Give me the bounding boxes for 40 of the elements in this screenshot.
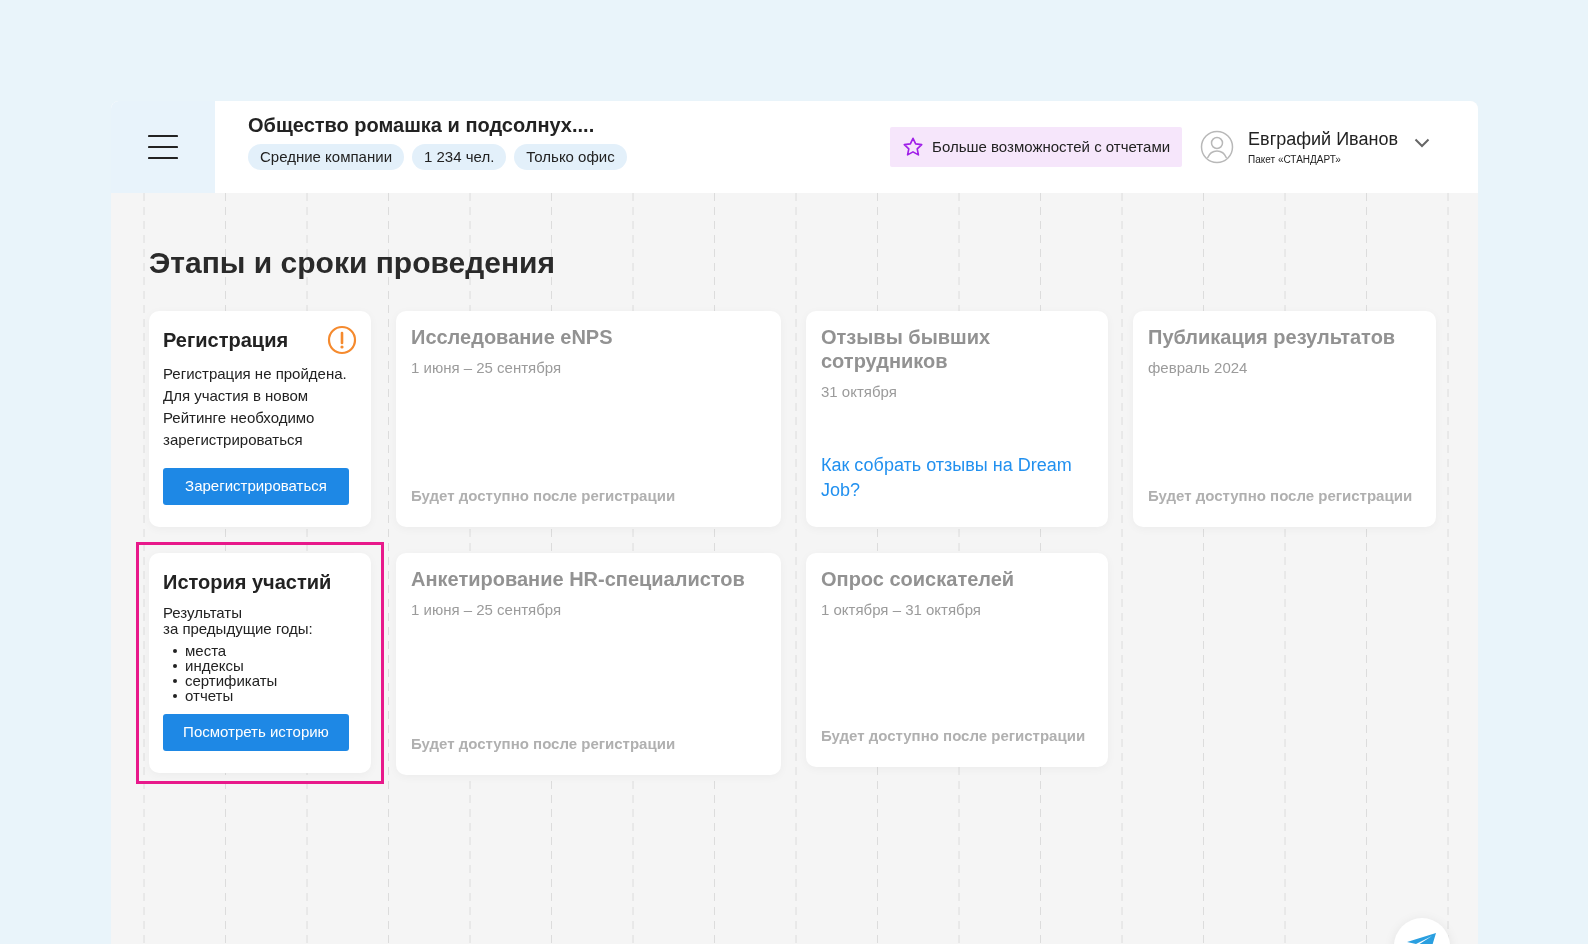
company-tag: Только офис bbox=[514, 144, 627, 170]
stage-dates: 31 октября bbox=[821, 382, 898, 402]
list-item: сертификаты bbox=[185, 673, 278, 688]
user-name: Евграфий Иванов bbox=[1248, 127, 1398, 150]
bullet-icon bbox=[173, 663, 177, 668]
card-title: Исследование eNPS bbox=[411, 325, 614, 349]
stage-dates: 1 октября – 31 октября bbox=[821, 600, 982, 620]
card-title: Регистрация bbox=[163, 328, 289, 353]
list-item: места bbox=[185, 643, 227, 658]
list-item: индексы bbox=[185, 658, 244, 673]
card-text: Регистрация не пройдена. Для участия в новом Рейтинге необходимо зарегистрироваться bbox=[163, 364, 348, 450]
availability-note: Будет доступно после регистрации bbox=[821, 725, 1087, 746]
card-text: Результаты bbox=[163, 605, 243, 621]
user-plan: Пакет «СТАНДАРТ» bbox=[1248, 152, 1342, 167]
availability-note: Будет доступно после регистрации bbox=[411, 485, 677, 506]
stage-dates: 1 июня – 25 сентября bbox=[411, 358, 563, 378]
page-title: Этапы и сроки проведения bbox=[149, 245, 556, 281]
bullet-icon bbox=[173, 678, 177, 683]
promo-button[interactable]: Больше возможностей с отчетами bbox=[890, 127, 1183, 167]
bullet-icon bbox=[173, 648, 177, 653]
menu-icon[interactable] bbox=[148, 134, 178, 160]
card-title: Отзывы бывших сотрудников bbox=[821, 325, 992, 373]
stage-dates: 1 июня – 25 сентября bbox=[411, 600, 563, 620]
card-title: Анкетирование HR-специалистов bbox=[411, 567, 746, 591]
chevron-down-icon[interactable] bbox=[1414, 138, 1430, 148]
company-tag: Средние компании bbox=[248, 144, 404, 170]
card-text: за предыдущие годы: bbox=[163, 621, 314, 637]
card-title: Опрос соискателей bbox=[821, 567, 1016, 591]
company-tag: 1 234 чел. bbox=[412, 144, 507, 170]
register-button[interactable]: Зарегистрироваться bbox=[163, 468, 349, 505]
card-title: Публикация результатов bbox=[1148, 325, 1397, 349]
star-icon bbox=[902, 136, 925, 158]
availability-note: Будет доступно после регистрации bbox=[411, 733, 677, 754]
company-name: Общество ромашка и подсолнух.... bbox=[248, 113, 596, 137]
history-button[interactable]: Посмотреть историю bbox=[163, 714, 349, 751]
bullet-icon bbox=[173, 693, 177, 698]
list-item: отчеты bbox=[185, 688, 234, 703]
card-title: История участий bbox=[163, 570, 332, 595]
availability-note: Будет доступно после регистрации bbox=[1148, 485, 1414, 506]
stage-dates: февраль 2024 bbox=[1148, 358, 1249, 378]
